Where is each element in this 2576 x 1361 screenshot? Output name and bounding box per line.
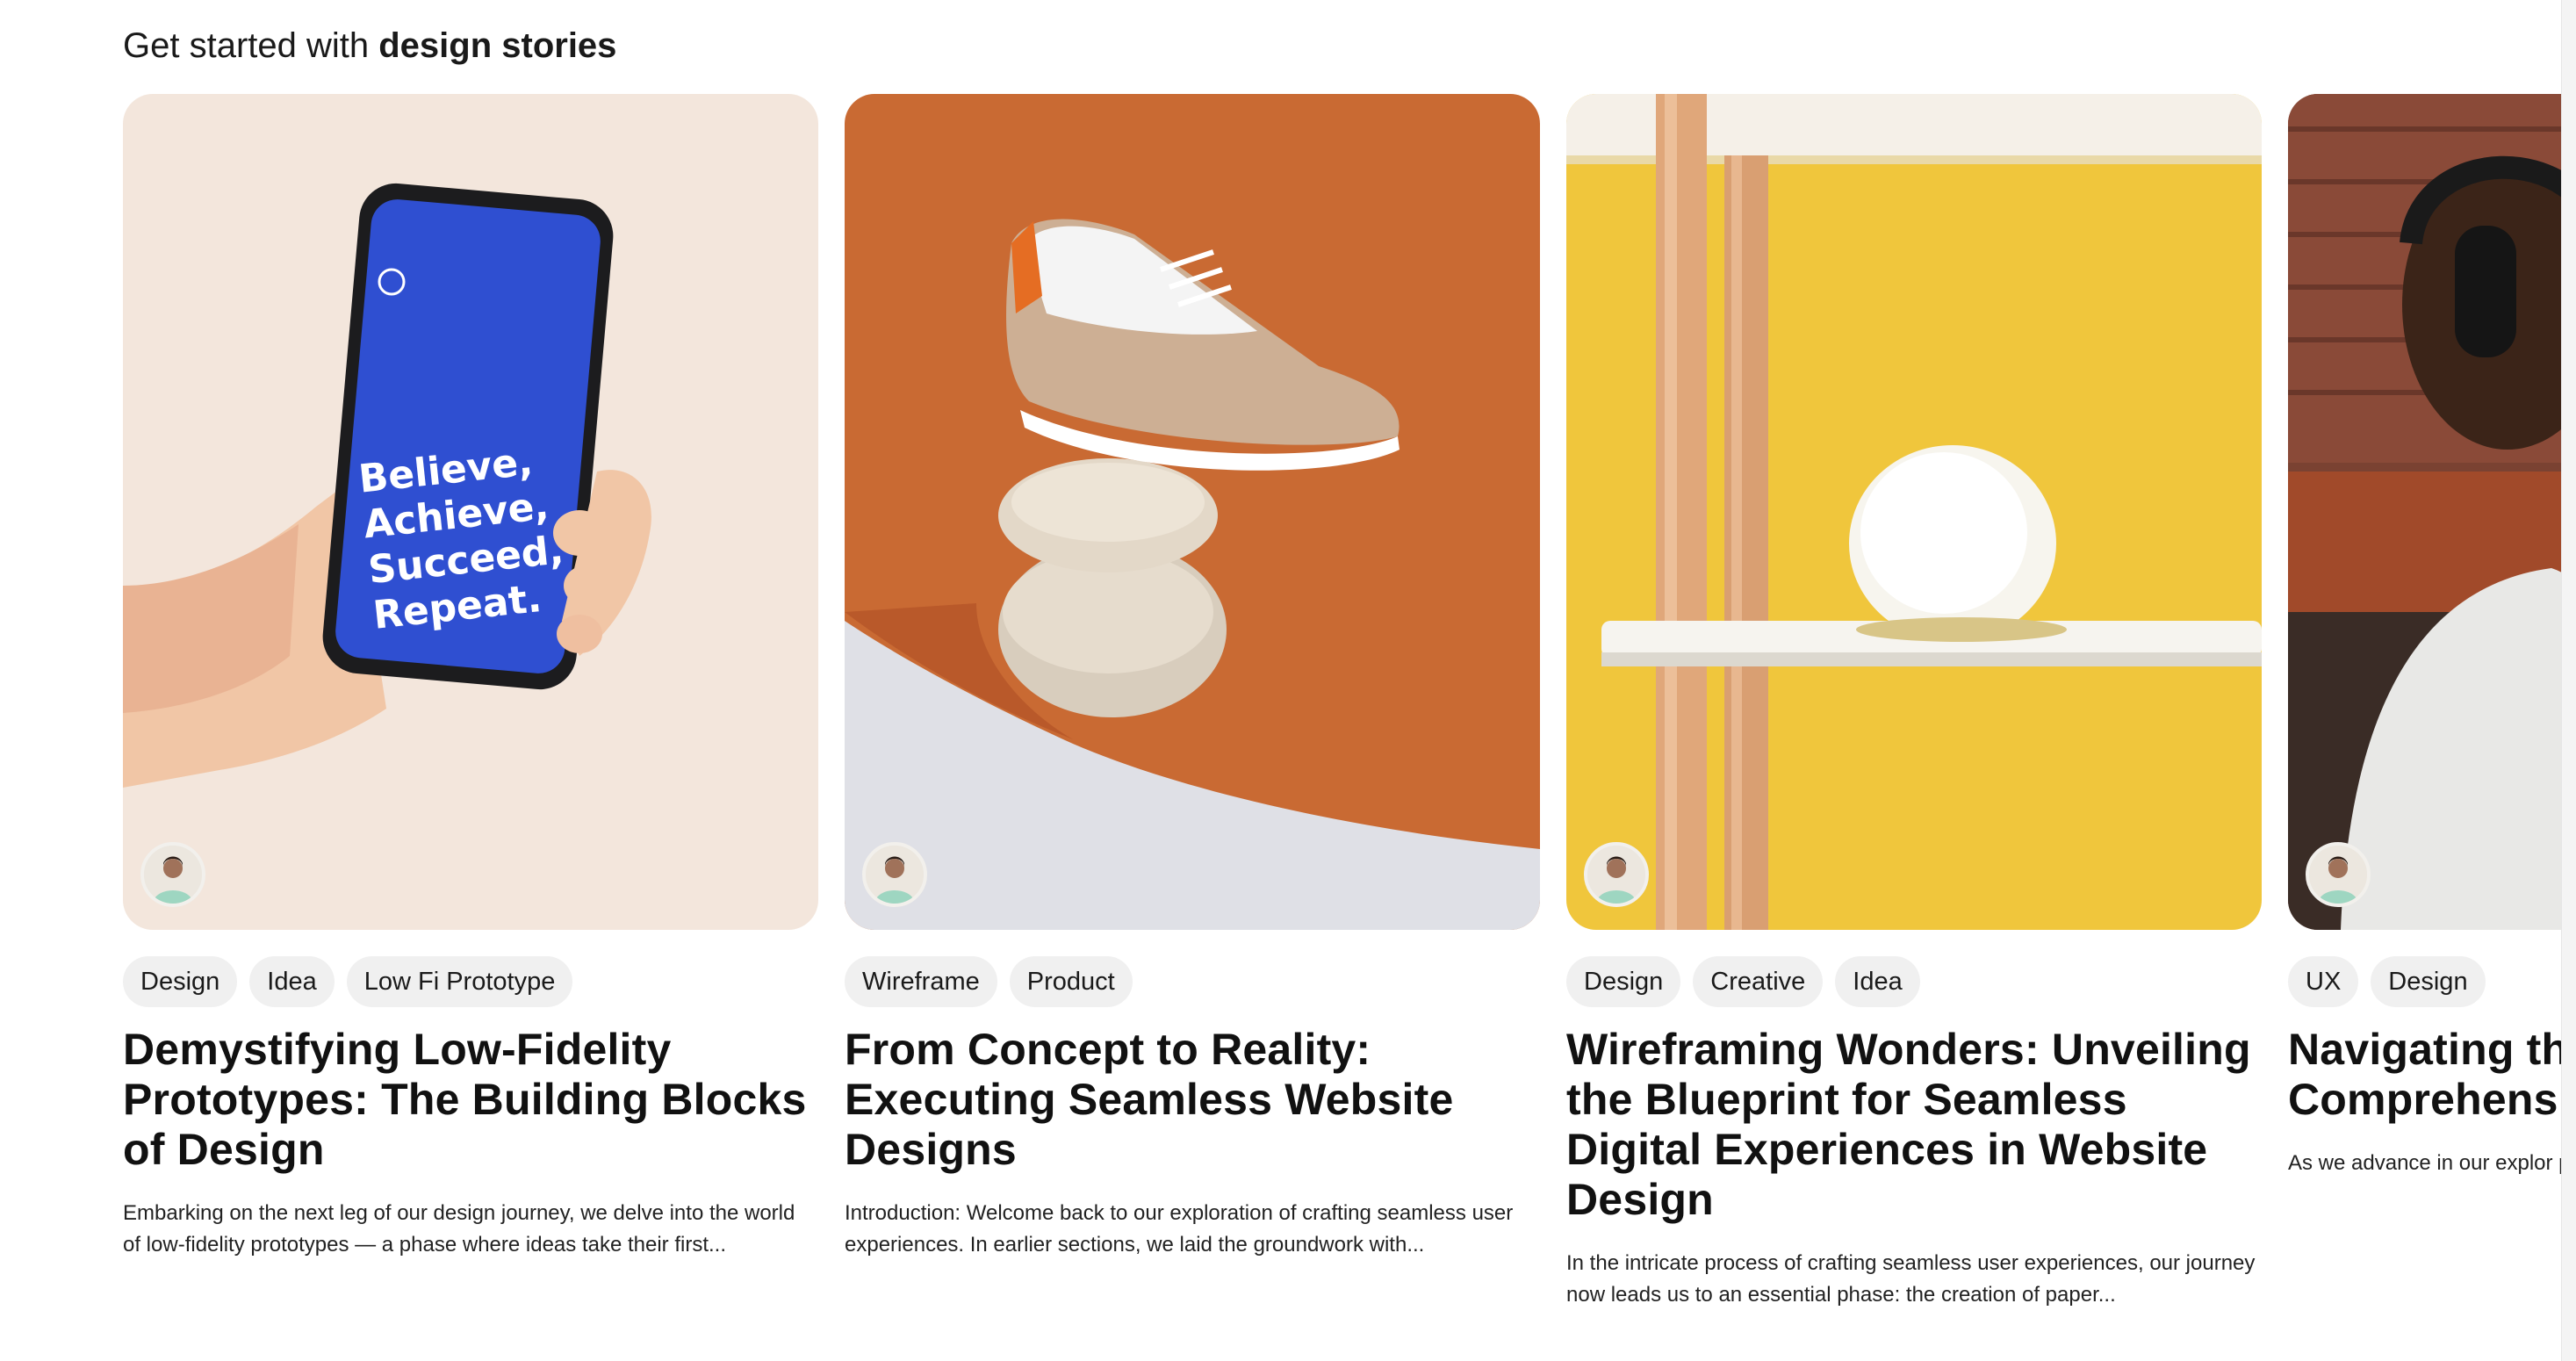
story-card-image[interactable] bbox=[2288, 94, 2562, 930]
tag-list: Design Creative Idea bbox=[1566, 956, 2262, 1007]
story-card-image[interactable]: Believe, Achieve, Succeed, Repeat. bbox=[123, 94, 818, 930]
section-heading-prefix: Get started with bbox=[123, 26, 379, 65]
tag-chip[interactable]: Low Fi Prototype bbox=[346, 956, 573, 1007]
author-avatar[interactable] bbox=[1584, 842, 1649, 907]
avatar-icon bbox=[2309, 846, 2367, 904]
section-heading: Get started with design stories bbox=[123, 19, 616, 72]
tag-chip[interactable]: Design bbox=[123, 956, 238, 1007]
tag-chip[interactable]: UX bbox=[2288, 956, 2359, 1007]
story-title-link[interactable]: Wireframing Wonders: Unveiling the Bluep… bbox=[1566, 1025, 2262, 1225]
tag-list: Wireframe Product bbox=[845, 956, 1540, 1007]
story-card-image[interactable] bbox=[1566, 94, 2262, 930]
story-card-image[interactable] bbox=[845, 94, 1540, 930]
author-avatar[interactable] bbox=[2306, 842, 2371, 907]
tag-chip[interactable]: Idea bbox=[249, 956, 335, 1007]
story-excerpt: As we advance in our explor pivotal poin… bbox=[2288, 1151, 2562, 1175]
tag-chip[interactable]: Idea bbox=[1835, 956, 1920, 1007]
tag-list: Design Idea Low Fi Prototype bbox=[123, 956, 818, 1007]
tag-list: UX Design bbox=[2288, 956, 2562, 1007]
story-card-1[interactable]: Believe, Achieve, Succeed, Repeat. Desig… bbox=[123, 94, 818, 1261]
lamp-on-shelf-image bbox=[1566, 94, 2262, 930]
story-title-link[interactable]: From Concept to Reality: Executing Seaml… bbox=[845, 1025, 1540, 1175]
story-card-2[interactable]: Wireframe Product From Concept to Realit… bbox=[845, 94, 1540, 1261]
avatar-icon bbox=[866, 846, 924, 904]
author-avatar[interactable] bbox=[140, 842, 205, 907]
story-title-link[interactable]: Navigating th Mastering the Comprehensi bbox=[2288, 1025, 2562, 1125]
sneaker-on-stones-image bbox=[845, 94, 1540, 930]
phone-in-hand-image: Believe, Achieve, Succeed, Repeat. bbox=[123, 94, 818, 930]
story-title-link[interactable]: Demystifying Low-Fidelity Prototypes: Th… bbox=[123, 1025, 818, 1175]
section-heading-bold: design stories bbox=[378, 26, 617, 65]
story-card-4[interactable]: UX Design Navigating th Mastering the Co… bbox=[2288, 94, 2562, 1179]
tag-chip[interactable]: Creative bbox=[1693, 956, 1824, 1007]
story-card-3[interactable]: Design Creative Idea Wireframing Wonders… bbox=[1566, 94, 2262, 1311]
tag-chip[interactable]: Product bbox=[1009, 956, 1133, 1007]
tag-chip[interactable]: Design bbox=[1566, 956, 1681, 1007]
story-excerpt: In the intricate process of crafting sea… bbox=[1566, 1251, 2256, 1307]
story-excerpt: Embarking on the next leg of our design … bbox=[123, 1201, 795, 1257]
avatar-icon bbox=[144, 846, 202, 904]
scrollbar[interactable] bbox=[2561, 0, 2576, 1361]
avatar-icon bbox=[1587, 846, 1645, 904]
story-excerpt: Introduction: Welcome back to our explor… bbox=[845, 1201, 1514, 1257]
tag-chip[interactable]: Design bbox=[2371, 956, 2486, 1007]
author-avatar[interactable] bbox=[862, 842, 927, 907]
tag-chip[interactable]: Wireframe bbox=[845, 956, 997, 1007]
man-with-headphones-image bbox=[2288, 94, 2562, 930]
